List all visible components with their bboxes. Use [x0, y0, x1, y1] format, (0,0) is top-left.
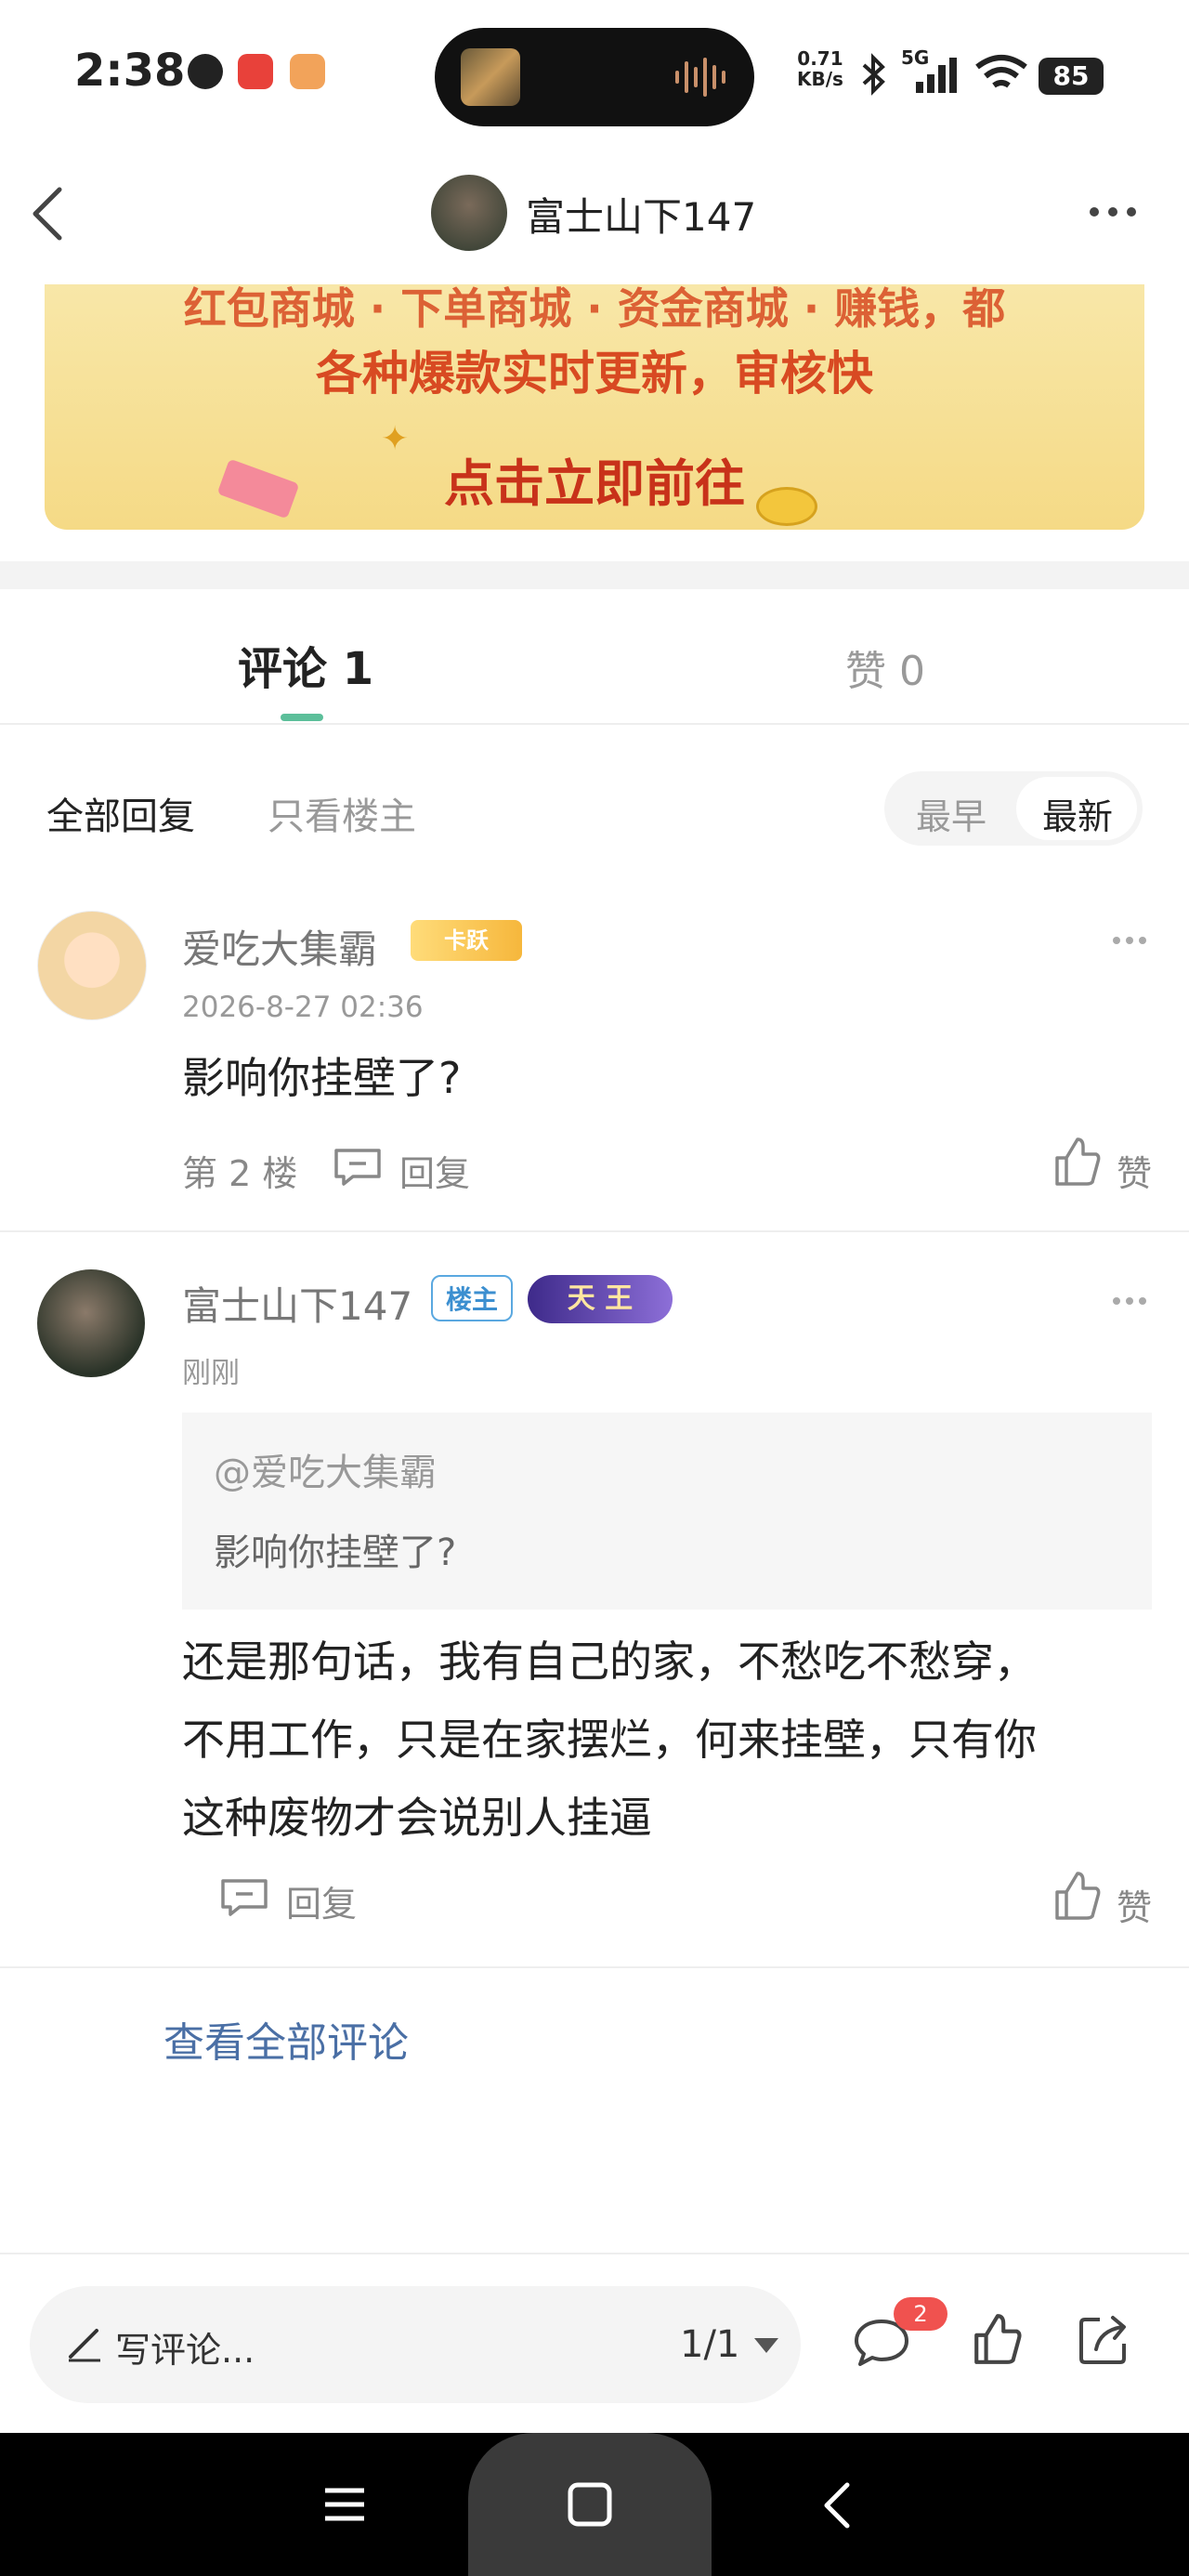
active-tab-indicator [281, 714, 323, 721]
net-speed-unit: KB/s [797, 68, 843, 90]
app-notification-icon [238, 54, 273, 89]
comment-count-badge: 2 [894, 2297, 947, 2331]
home-button[interactable] [468, 2433, 712, 2576]
comment-text: 还是那句话，我有自己的家，不愁吃不愁穿， 不用工作，只是在家摆烂，何来挂壁，只有… [182, 1623, 1037, 1857]
reply-icon[interactable] [219, 1877, 269, 1918]
banner-line-1: 红包商城 · 下单商城 · 资金商城 · 赚钱，都 [183, 284, 1006, 334]
sort-toggle[interactable]: 最早 最新 [884, 771, 1143, 846]
tab-comments[interactable]: 评论 1 [238, 632, 373, 697]
pen-icon [69, 2329, 100, 2362]
status-time: 2:38 [74, 45, 186, 97]
dynamic-island[interactable] [435, 28, 754, 126]
net-speed-value: 0.71 [797, 47, 843, 70]
audio-wave-icon [675, 58, 725, 97]
coin-icon [756, 487, 817, 526]
comment-username[interactable]: 爱吃大集霸 [182, 918, 377, 975]
comment-text-line: 这种废物才会说别人挂逼 [182, 1793, 652, 1843]
comment-username[interactable]: 富士山下147 [182, 1275, 412, 1332]
battery-indicator: 85 [1039, 58, 1104, 95]
net-speed: 0.71 KB/s [797, 48, 843, 89]
app-notification-icon-2 [290, 54, 325, 89]
page-indicator[interactable]: 1/1 [680, 2323, 739, 2366]
like-icon[interactable] [1053, 1136, 1102, 1188]
comment-more-icon[interactable] [1111, 1294, 1148, 1308]
comment-text: 影响你挂壁了? [182, 1053, 462, 1103]
comment-input[interactable]: 写评论... 1/1 [30, 2286, 801, 2403]
tab-likes[interactable]: 赞 0 [845, 637, 925, 697]
op-badge: 楼主 [431, 1275, 513, 1321]
bottom-action-bar: 写评论... 1/1 2 [0, 2253, 1189, 2435]
quoted-reply: @爱吃大集霸 影响你挂壁了? [182, 1413, 1152, 1610]
user-badge: 卡跃 [411, 920, 522, 961]
commenter-avatar[interactable] [37, 1269, 145, 1377]
filter-all-replies[interactable]: 全部回复 [46, 786, 195, 840]
signal-icon [916, 58, 957, 93]
comment-time: 刚刚 [182, 1357, 240, 1390]
divider [0, 723, 1189, 725]
system-navigation-bar [0, 2433, 1189, 2576]
banner-line-2: 各种爆款实时更新，审核快 [316, 347, 873, 401]
reply-button[interactable]: 回复 [399, 1145, 470, 1196]
comment-time: 2026-8-27 02:36 [182, 991, 424, 1024]
divider [0, 1230, 1189, 1232]
wifi-icon [975, 55, 1027, 88]
sparkle-icon: ✦ [381, 420, 410, 458]
view-all-comments-link[interactable]: 查看全部评论 [163, 2009, 409, 2069]
back-icon[interactable] [20, 177, 76, 251]
status-bar: 2:38 0.71 KB/s 5G 85 [0, 0, 1189, 149]
level-badge: 天 王 [528, 1275, 673, 1323]
sort-earliest[interactable]: 最早 [916, 788, 986, 839]
media-thumbnail [461, 48, 520, 106]
comment-text-line: 还是那句话，我有自己的家，不愁吃不愁穿， [182, 1636, 1037, 1687]
comment-text-line: 不用工作，只是在家摆烂，何来挂壁，只有你 [182, 1715, 1037, 1765]
bluetooth-icon [862, 53, 885, 96]
promo-banner[interactable]: 红包商城 · 下单商城 · 资金商城 · 赚钱，都 各种爆款实时更新，审核快 点… [45, 284, 1144, 530]
divider [0, 1966, 1189, 1968]
page-title: 富士山下147 [526, 194, 757, 240]
quote-user[interactable]: @爱吃大集霸 [214, 1442, 437, 1496]
quote-text: 影响你挂壁了? [214, 1531, 457, 1574]
reply-icon[interactable] [333, 1147, 383, 1188]
like-button[interactable]: 赞 [1117, 1145, 1152, 1196]
reply-button[interactable]: 回复 [286, 1875, 357, 1926]
share-icon[interactable] [1076, 2312, 1131, 2368]
menu-icon[interactable] [321, 2481, 368, 2528]
back-nav-icon[interactable] [817, 2479, 855, 2531]
filter-op-only[interactable]: 只看楼主 [268, 786, 416, 840]
more-options-icon[interactable] [1085, 193, 1141, 230]
like-icon[interactable] [972, 2312, 1024, 2366]
qq-icon [188, 54, 223, 89]
chevron-down-icon[interactable] [752, 2336, 780, 2355]
commenter-avatar[interactable] [37, 911, 147, 1020]
comment-more-icon[interactable] [1111, 933, 1148, 948]
floor-number: 第 2 楼 [182, 1153, 298, 1194]
like-icon[interactable] [1053, 1870, 1102, 1922]
like-button[interactable]: 赞 [1117, 1879, 1152, 1930]
author-avatar[interactable] [431, 175, 507, 251]
banner-cta[interactable]: 点击立即前往 [45, 442, 1144, 516]
sort-latest[interactable]: 最新 [1042, 788, 1113, 839]
home-icon [568, 2482, 612, 2527]
section-divider [0, 561, 1189, 589]
comment-input-placeholder[interactable]: 写评论... [115, 2321, 255, 2372]
